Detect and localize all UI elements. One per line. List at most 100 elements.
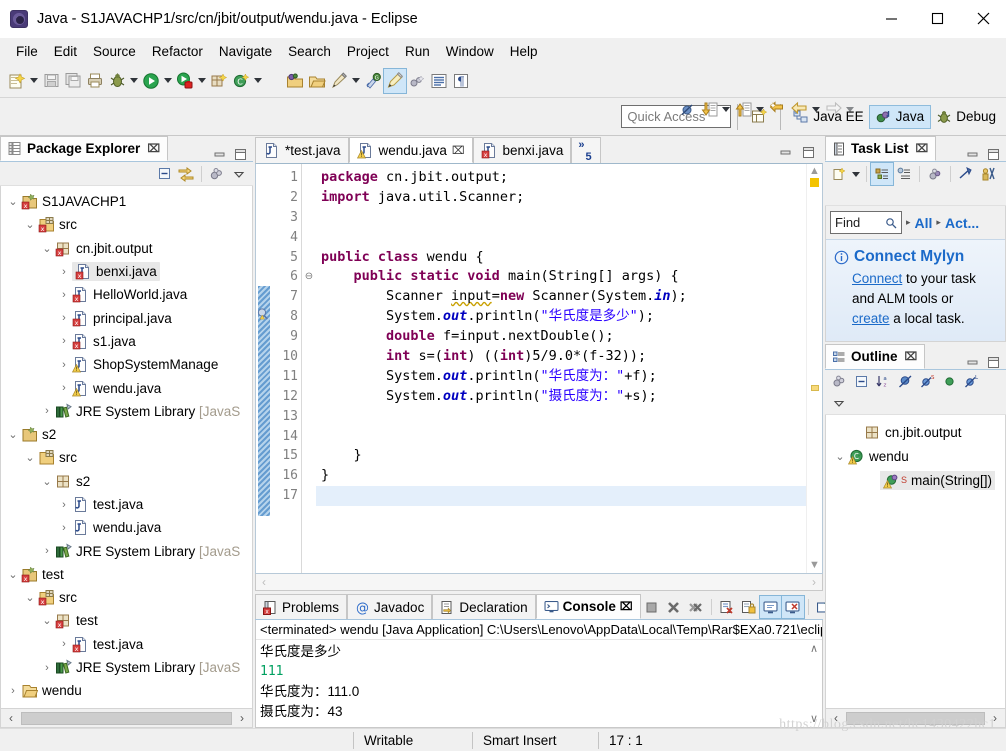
editor-hscrollbar[interactable]: ‹ › [255, 574, 823, 591]
code-line[interactable]: import java.util.Scanner; [316, 188, 806, 208]
scroll-left-icon[interactable]: ‹ [262, 575, 266, 589]
scroll-down-icon[interactable]: ▼ [809, 559, 820, 571]
tree-item-s1-java[interactable]: › x s1.java [1, 330, 252, 353]
next-annotation-dropdown[interactable] [720, 97, 732, 121]
maximize-icon[interactable] [987, 356, 1000, 369]
collapse-all-icon[interactable] [153, 163, 175, 185]
code-line[interactable]: } [316, 466, 806, 486]
tree-item-wendu-java[interactable]: ›! wendu.java [1, 376, 252, 399]
console-output-text[interactable]: 华氏度是多少 111 华氏度为：111.0 摄氏度为：43 [256, 640, 806, 727]
view-menu-icon[interactable] [206, 163, 228, 185]
code-line[interactable]: Scanner input=new Scanner(System.in); [316, 287, 806, 307]
scroll-lock-icon[interactable] [738, 596, 760, 618]
tree-expand-chevron-down-icon[interactable]: ⌄ [5, 195, 21, 208]
scroll-down-icon[interactable]: ∨ [810, 712, 818, 725]
maximize-button[interactable] [914, 0, 960, 38]
close-icon[interactable]: ⌧ [452, 144, 465, 157]
search-icon[interactable] [328, 69, 350, 93]
editor-annotation-ruler[interactable] [256, 164, 272, 573]
new-wizard-dropdown[interactable] [28, 69, 40, 93]
toggle-formatter-icon[interactable]: ¶ [450, 69, 472, 93]
toggle-mark-occurrences-icon[interactable]: G [362, 69, 384, 93]
remove-launch-icon[interactable] [663, 596, 685, 618]
console-tab-javadoc[interactable]: @ Javadoc [347, 594, 433, 619]
tree-item-s2[interactable]: ⌄ s2 [1, 423, 252, 446]
code-line[interactable]: public static void main(String[] args) { [316, 267, 806, 287]
console-tab-problems[interactable]: x Problems [255, 594, 348, 619]
tree-item-helloworld-java[interactable]: › x HelloWorld.java [1, 283, 252, 306]
tree-item-jre-system-library[interactable]: › JRE System Library [JavaS [1, 656, 252, 679]
run-dropdown[interactable] [162, 69, 174, 93]
editor-tab--test-java[interactable]: *test.java [255, 137, 349, 163]
tree-item-s1javachp1[interactable]: ⌄ x S1JAVACHP1 [1, 190, 252, 213]
link-editor-icon[interactable] [383, 67, 407, 94]
tree-expand-chevron-down-icon[interactable]: ⌄ [22, 451, 38, 464]
tab-package-explorer[interactable]: Package Explorer ⌧ [0, 136, 169, 161]
categorized-presentation-icon[interactable] [870, 162, 894, 186]
menu-help[interactable]: Help [502, 41, 546, 62]
tree-item-jre-system-library[interactable]: › JRE System Library [JavaS [1, 400, 252, 423]
tree-expand-chevron-down-icon[interactable]: ⌄ [832, 450, 848, 463]
editor-tab-benxi-java[interactable]: x benxi.java [472, 137, 572, 163]
print-icon[interactable] [84, 69, 106, 93]
view-menu-chevron-icon[interactable] [828, 392, 850, 414]
tree-item-principal-java[interactable]: › x principal.java [1, 306, 252, 329]
tree-expand-chevron-right-icon[interactable]: › [56, 289, 72, 301]
show-whitespace-icon[interactable] [428, 69, 450, 93]
console-vscrollbar[interactable]: ∧ ∨ [806, 640, 822, 727]
link-with-editor-icon[interactable] [175, 163, 197, 185]
tree-expand-chevron-right-icon[interactable]: › [56, 382, 72, 394]
java-editor[interactable]: 1 2 3 4 5 6 7 8 9 10 11 12 13 14 15 16 17 ⊖ package cn.j… [255, 163, 823, 574]
tree-item-test-java[interactable]: › x test.java [1, 633, 252, 656]
fold-collapse-icon[interactable]: ⊖ [302, 267, 316, 287]
scroll-right-icon[interactable]: › [812, 575, 816, 589]
console-tab-declaration[interactable]: Declaration [432, 594, 536, 619]
close-button[interactable] [960, 0, 1006, 38]
mylyn-connect-link[interactable]: Connect [852, 271, 902, 286]
minimize-icon[interactable] [779, 146, 792, 159]
tree-expand-chevron-right-icon[interactable]: › [5, 685, 21, 697]
display-selected-console-icon[interactable] [780, 595, 805, 619]
open-task-icon[interactable] [306, 69, 328, 93]
debug-icon[interactable] [106, 69, 128, 93]
tree-item-src[interactable]: ⌄ x src [1, 586, 252, 609]
new-wizard-icon[interactable] [6, 69, 28, 93]
tree-expand-chevron-down-icon[interactable]: ⌄ [22, 591, 38, 604]
back-dropdown[interactable] [810, 97, 822, 121]
scroll-right-icon[interactable]: › [234, 711, 250, 725]
code-line[interactable]: package cn.jbit.output; [316, 168, 806, 188]
forward-dropdown[interactable] [844, 97, 856, 121]
new-task-icon[interactable] [828, 163, 850, 185]
editor-tab-wendu-java[interactable]: ! wendu.java ⌧ [348, 137, 473, 163]
new-java-class-dropdown[interactable] [252, 69, 264, 93]
filter-active[interactable]: Act... [945, 215, 979, 231]
tree-expand-chevron-down-icon[interactable]: ⌄ [39, 242, 55, 255]
tree-expand-chevron-down-icon[interactable]: ⌄ [5, 428, 21, 441]
run-icon[interactable] [140, 69, 162, 93]
activate-task-icon[interactable] [977, 163, 999, 185]
menu-run[interactable]: Run [397, 41, 438, 62]
maximize-icon[interactable] [987, 148, 1000, 161]
toggle-block-selection-icon[interactable] [406, 69, 428, 93]
close-icon[interactable]: ⌧ [905, 350, 918, 363]
code-line[interactable]: int s=(int) ((int)5/9.0*(f-32)); [316, 347, 806, 367]
code-line[interactable] [316, 427, 806, 447]
close-icon[interactable]: ⌧ [916, 142, 929, 155]
code-line[interactable]: } [316, 446, 806, 466]
minimize-icon[interactable] [213, 148, 226, 161]
tree-item-cn-jbit-output[interactable]: ⌄ x cn.jbit.output [1, 237, 252, 260]
tree-expand-chevron-right-icon[interactable]: › [39, 662, 55, 674]
code-line[interactable]: double f=input.nextDouble(); [316, 327, 806, 347]
warning-marker-icon[interactable] [257, 307, 271, 324]
filter-arrow-active[interactable]: ▸ [936, 217, 941, 228]
tree-expand-chevron-right-icon[interactable]: › [56, 266, 72, 278]
filter-all[interactable]: All [915, 215, 933, 231]
close-icon[interactable]: ⌧ [620, 600, 633, 613]
tab-task-list[interactable]: Task List ⌧ [825, 136, 937, 161]
editor-tab-overflow[interactable]: » 5 [571, 137, 601, 163]
outline-tree[interactable]: cn.jbit.output ⌄ C! wendu! Smain(String[]) [825, 415, 1006, 709]
tree-expand-chevron-right-icon[interactable]: › [56, 359, 72, 371]
tree-expand-chevron-right-icon[interactable]: › [56, 638, 72, 650]
external-tools-dropdown[interactable] [196, 69, 208, 93]
hide-non-public-icon[interactable] [938, 370, 960, 392]
